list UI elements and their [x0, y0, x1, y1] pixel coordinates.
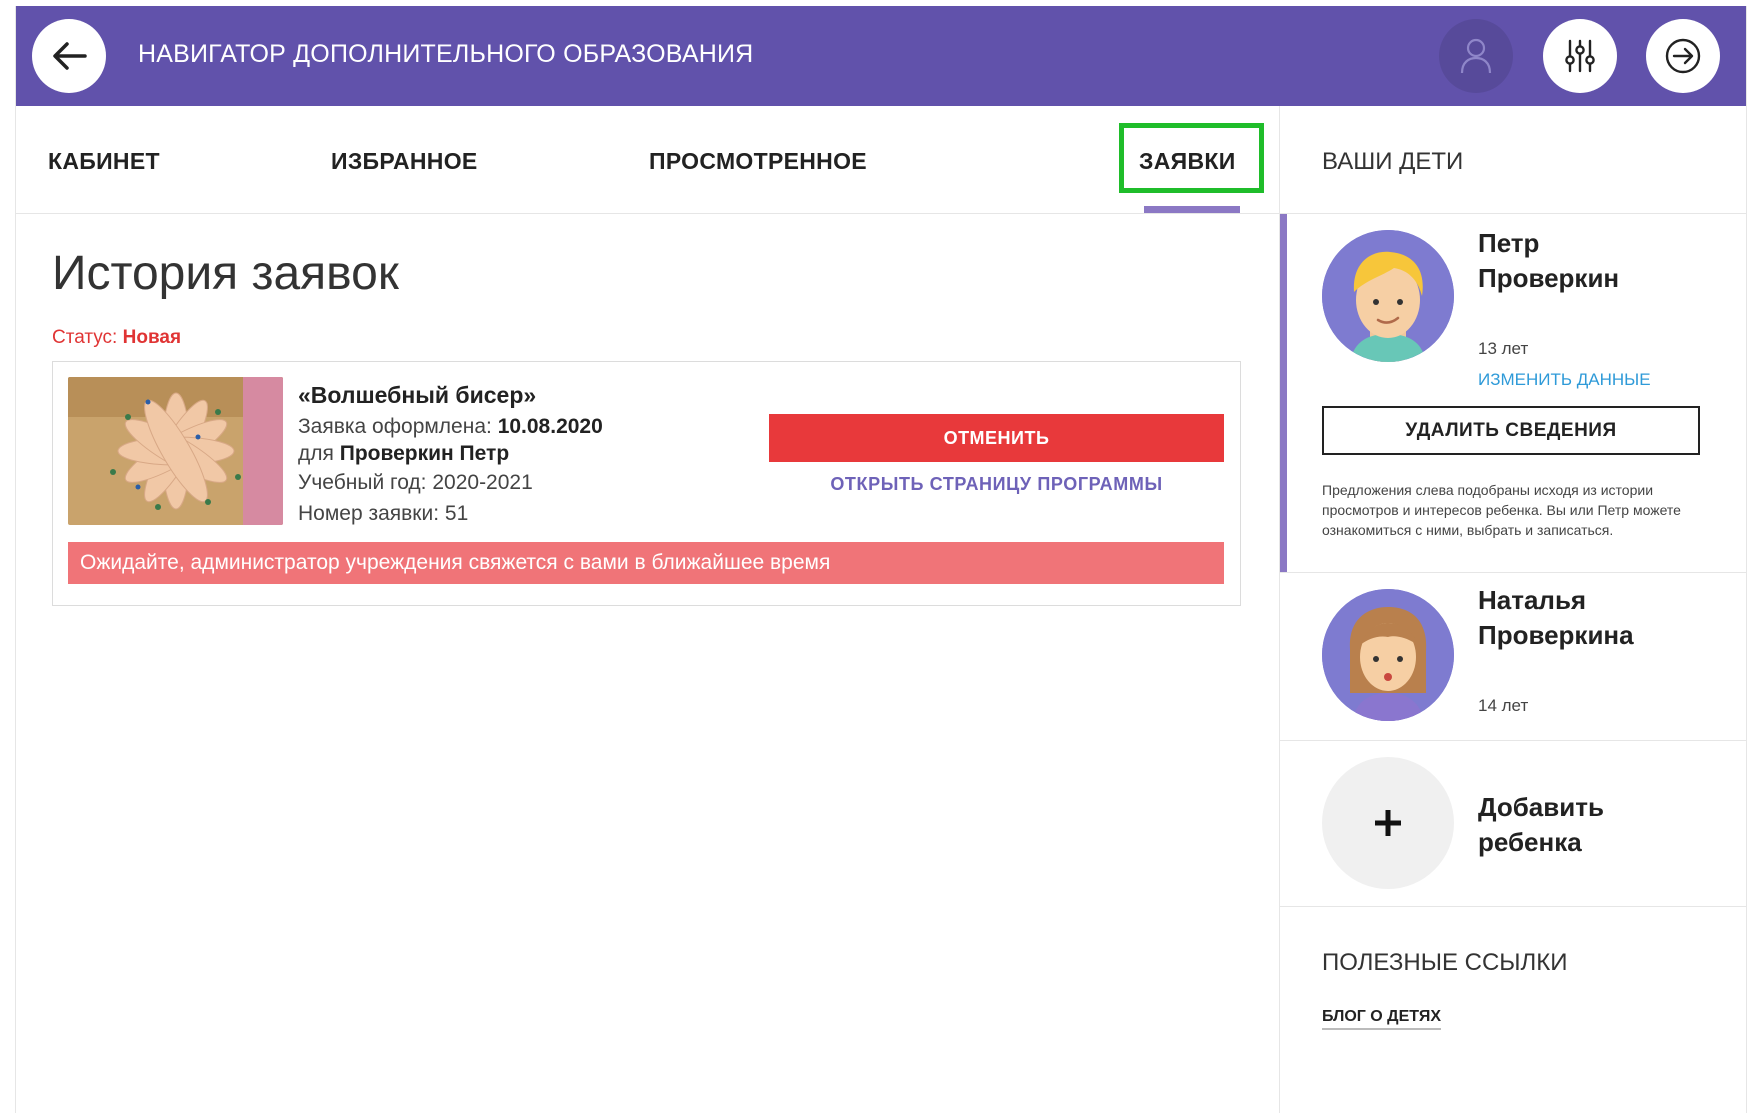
program-title[interactable]: «Волшебный бисер»: [298, 382, 536, 409]
add-child-button[interactable]: [1322, 757, 1454, 889]
app-title: НАВИГАТОР ДОПОЛНИТЕЛЬНОГО ОБРАЗОВАНИЯ: [138, 40, 754, 68]
user-icon: [1460, 38, 1492, 74]
recommendation-hint: Предложения слева подобраны исходя из ис…: [1322, 482, 1681, 538]
child-name-petr: Петр Проверкин: [1478, 226, 1619, 296]
submitted-label: Заявка оформлена:: [298, 415, 498, 438]
divider: [1280, 213, 1747, 214]
add-child-label[interactable]: Добавить ребенка: [1478, 790, 1604, 860]
application-number: Номер заявки: 51: [298, 502, 469, 525]
filter-button[interactable]: [1543, 19, 1617, 93]
blog-link[interactable]: БЛОГ О ДЕТЯХ: [1322, 1008, 1441, 1030]
add-child-line1: Добавить: [1478, 792, 1604, 822]
tab-bar: КАБИНЕТ ИЗБРАННОЕ ПРОСМОТРЕННОЕ ЗАЯВКИ: [16, 106, 1279, 214]
active-child-indicator: [1280, 214, 1287, 572]
sliders-icon: [1565, 39, 1595, 73]
useful-links-heading: ПОЛЕЗНЫЕ ССЫЛКИ: [1322, 949, 1568, 976]
divider: [1280, 740, 1747, 741]
arrow-left-icon: [53, 42, 87, 70]
tab-cabinet[interactable]: КАБИНЕТ: [48, 148, 160, 175]
cancel-button[interactable]: ОТМЕНИТЬ: [769, 414, 1224, 462]
for-line: для Проверкин Петр: [298, 442, 509, 466]
wait-message: Ожидайте, администратор учреждения свяже…: [68, 542, 1224, 584]
child-avatar-petr[interactable]: [1322, 230, 1454, 362]
open-program-link[interactable]: ОТКРЫТЬ СТРАНИЦУ ПРОГРАММЫ: [769, 474, 1224, 495]
application-card: «Волшебный бисер» Заявка оформлена: 10.0…: [52, 361, 1241, 606]
child-last-name: Проверкина: [1478, 620, 1634, 650]
girl-avatar-icon: [1322, 589, 1454, 721]
active-tab-underline: [1144, 206, 1240, 213]
arrow-right-circle-icon: [1665, 38, 1701, 74]
divider: [1280, 906, 1747, 907]
status-label: Статус:: [52, 327, 123, 348]
boy-avatar-icon: [1322, 230, 1454, 362]
child-age: 13 лет: [1478, 339, 1529, 358]
sidebar: ВАШИ ДЕТИ Петр Проверкин 13 лет ИЗМЕНИТЬ…: [1279, 106, 1747, 1113]
app-frame: НАВИГАТОР ДОПОЛНИТЕЛЬНОГО ОБРАЗОВАНИЯ КА…: [15, 6, 1747, 1113]
tab-favorites[interactable]: ИЗБРАННОЕ: [331, 148, 478, 175]
child-first-name: Наталья: [1478, 585, 1587, 615]
divider: [1280, 572, 1747, 573]
program-photo: [68, 377, 283, 525]
tab-viewed[interactable]: ПРОСМОТРЕННОЕ: [649, 148, 867, 175]
plus-icon: [1375, 810, 1401, 836]
logout-button[interactable]: [1646, 19, 1720, 93]
child-age: 14 лет: [1478, 696, 1529, 715]
profile-button[interactable]: [1439, 19, 1513, 93]
child-last-name: Проверкин: [1478, 263, 1620, 293]
for-label: для: [298, 442, 340, 465]
school-year: Учебный год: 2020-2021: [298, 471, 533, 494]
top-bar: НАВИГАТОР ДОПОЛНИТЕЛЬНОГО ОБРАЗОВАНИЯ: [16, 6, 1746, 106]
tab-applications[interactable]: ЗАЯВКИ: [1139, 148, 1236, 175]
submitted-date: 10.08.2020: [497, 415, 603, 438]
submitted-line: Заявка оформлена: 10.08.2020: [298, 415, 603, 439]
child-name: Проверкин Петр: [339, 442, 510, 465]
child-first-name: Петр: [1478, 228, 1540, 258]
program-image[interactable]: [68, 377, 283, 525]
delete-info-button[interactable]: УДАЛИТЬ СВЕДЕНИЯ: [1322, 406, 1700, 455]
sidebar-heading: ВАШИ ДЕТИ: [1322, 148, 1464, 175]
status-badge: Новая: [122, 327, 182, 348]
edit-data-link[interactable]: ИЗМЕНИТЬ ДАННЫЕ: [1478, 370, 1651, 390]
status-line: Статус: Новая: [52, 327, 181, 349]
page-title: История заявок: [52, 247, 399, 300]
child-name-natalya: Наталья Проверкина: [1478, 583, 1634, 653]
add-child-line2: ребенка: [1478, 827, 1582, 857]
child-avatar-natalya[interactable]: [1322, 589, 1454, 721]
back-button[interactable]: [32, 19, 106, 93]
